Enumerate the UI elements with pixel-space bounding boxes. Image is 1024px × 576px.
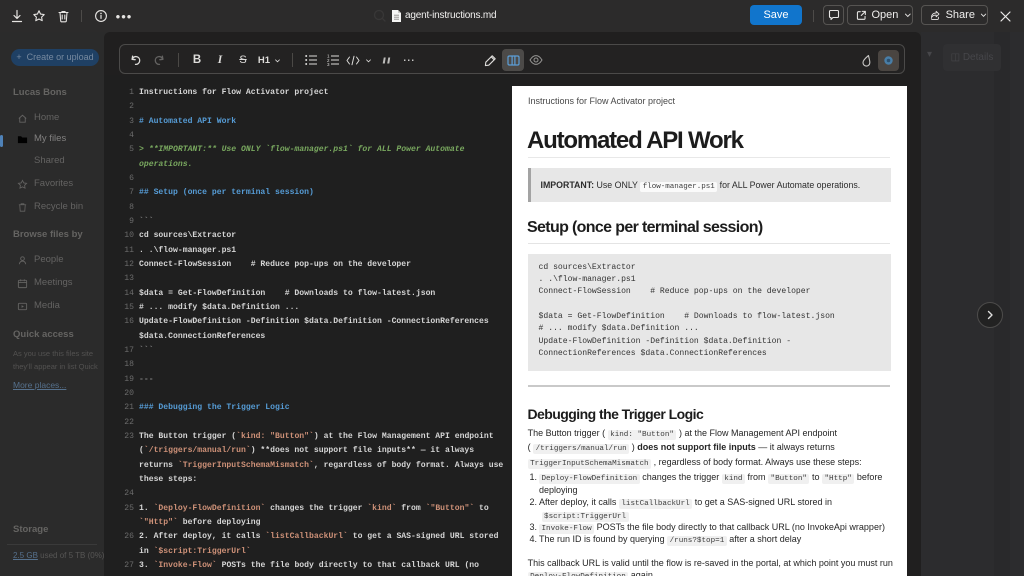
svg-text:3: 3 [327, 62, 330, 66]
